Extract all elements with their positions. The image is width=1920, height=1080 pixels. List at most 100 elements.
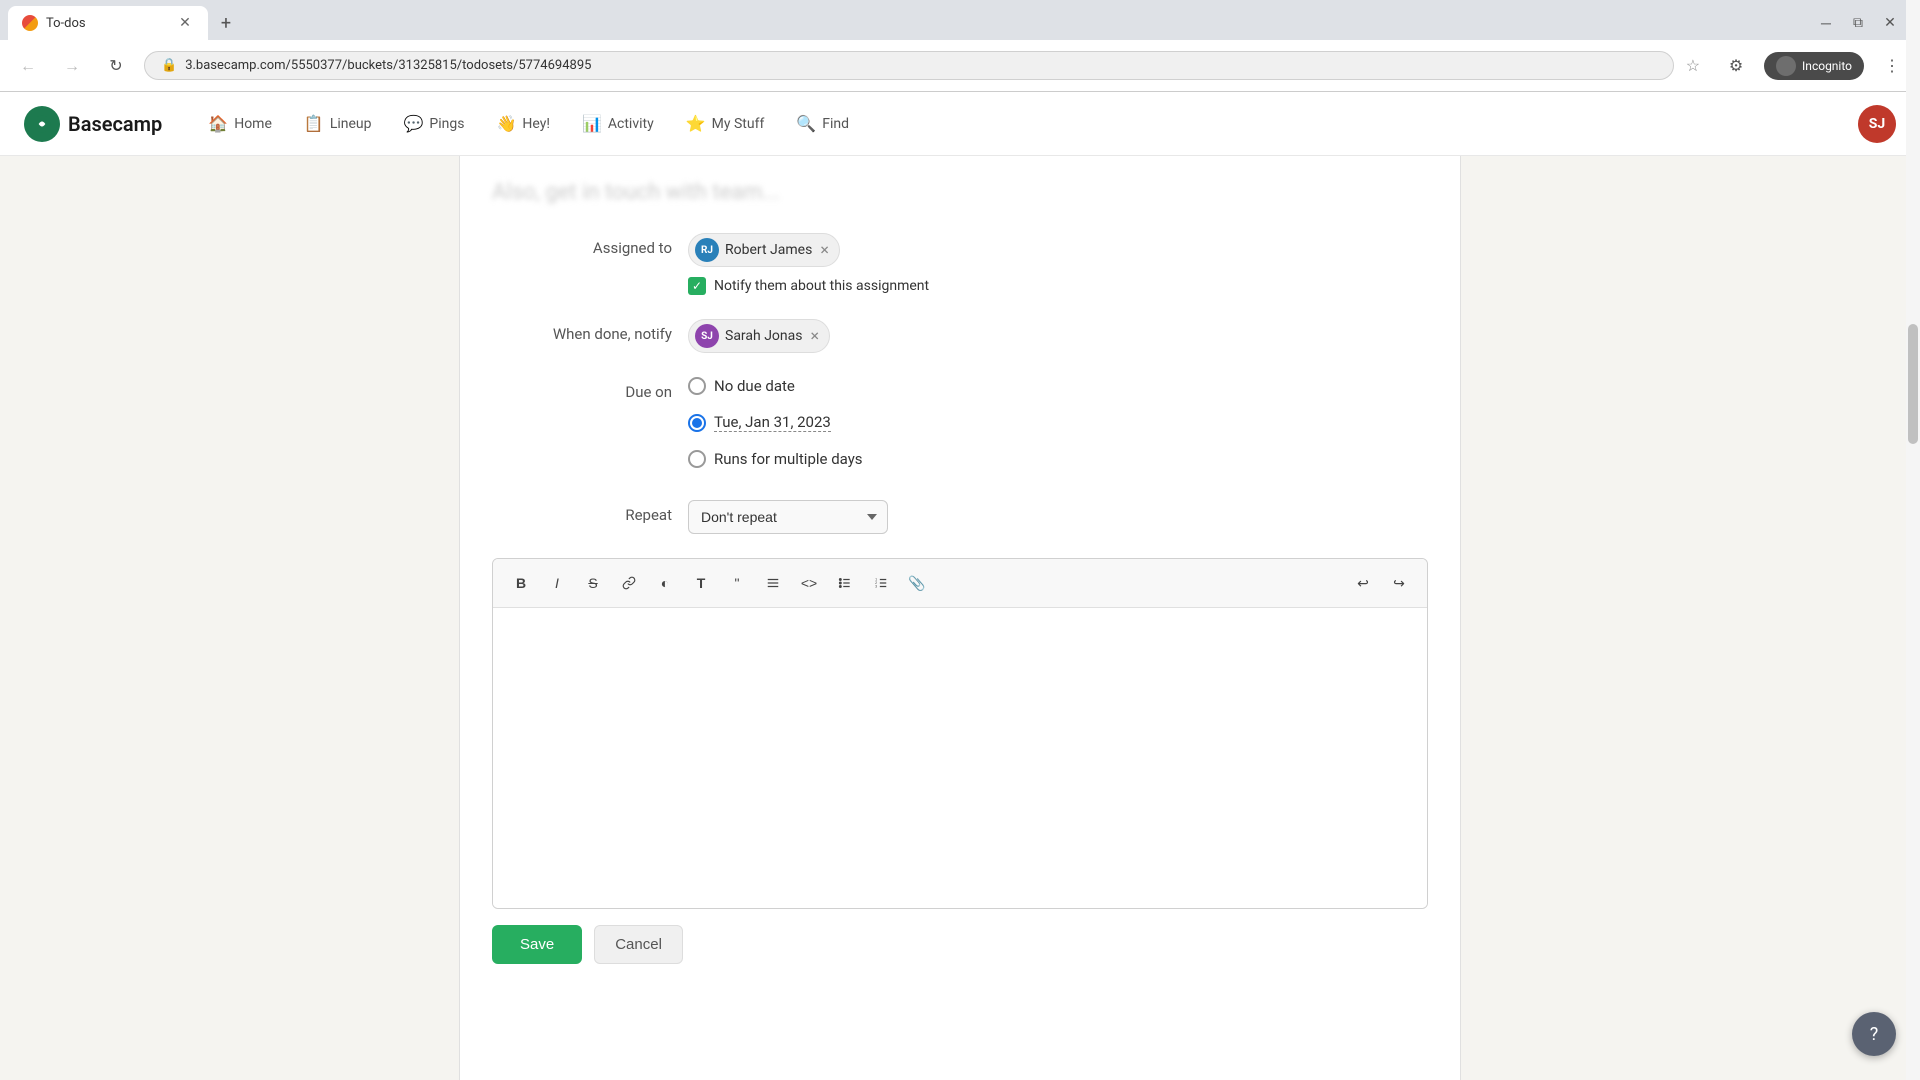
nav-hey-label: Hey! — [522, 116, 550, 132]
nav-pings[interactable]: 💬 Pings — [390, 106, 479, 141]
when-done-row: When done, notify SJ Sarah Jonas × — [492, 319, 1428, 353]
incognito-label: Incognito — [1802, 59, 1852, 73]
cancel-button[interactable]: Cancel — [594, 925, 683, 964]
no-due-date-radio[interactable] — [688, 377, 706, 395]
notify-checkbox-row[interactable]: ✓ Notify them about this assignment — [688, 277, 1428, 295]
incognito-badge: Incognito — [1764, 52, 1864, 80]
bold-button[interactable]: B — [505, 567, 537, 599]
toolbar-right: ↩ ↪ — [1347, 567, 1415, 599]
nav-my-stuff-label: My Stuff — [712, 116, 765, 132]
header-right: SJ — [1858, 105, 1896, 143]
tab-favicon — [22, 15, 38, 31]
no-due-date-label: No due date — [714, 377, 795, 395]
assigned-person-avatar: RJ — [695, 238, 719, 262]
save-button[interactable]: Save — [492, 925, 582, 964]
repeat-label: Repeat — [492, 500, 672, 524]
blurred-header: Also, get in touch with team... — [492, 180, 1428, 205]
multiple-days-row[interactable]: Runs for multiple days — [688, 450, 1428, 468]
due-on-label: Due on — [492, 377, 672, 401]
attachment-button[interactable]: 📎 — [901, 567, 933, 599]
editor-container: B I S ◐ T " — [492, 558, 1428, 909]
assigned-person-remove[interactable]: × — [820, 242, 829, 258]
browser-actions: ⚙ — [1720, 50, 1752, 82]
repeat-field: Don't repeat Every day Every week Every … — [688, 500, 1428, 534]
nav-activity-label: Activity — [608, 116, 654, 132]
find-icon: 🔍 — [796, 114, 816, 133]
window-close[interactable]: ✕ — [1876, 9, 1904, 37]
scrollbar-track — [1906, 0, 1920, 1080]
notify-label: Notify them about this assignment — [714, 278, 929, 294]
reload-button[interactable]: ↻ — [100, 50, 132, 82]
new-tab-button[interactable]: + — [212, 9, 240, 37]
italic-button[interactable]: I — [541, 567, 573, 599]
undo-button[interactable]: ↩ — [1347, 567, 1379, 599]
nav-lineup-label: Lineup — [330, 116, 372, 132]
assigned-person-chip[interactable]: RJ Robert James × — [688, 233, 840, 267]
incognito-icon — [1776, 56, 1796, 76]
logo[interactable]: Basecamp — [24, 106, 162, 142]
multiple-days-label: Runs for multiple days — [714, 450, 863, 468]
assigned-to-row: Assigned to RJ Robert James × ✓ Notify t… — [492, 233, 1428, 295]
tab-title: To-dos — [46, 16, 86, 31]
bottom-bar: Save Cancel — [492, 925, 1428, 964]
bullet-list-button[interactable] — [829, 567, 861, 599]
align-button[interactable] — [757, 567, 789, 599]
notify-checkbox[interactable]: ✓ — [688, 277, 706, 295]
address-bar: ← → ↻ 🔒 3.basecamp.com/5550377/buckets/3… — [0, 40, 1920, 92]
user-avatar[interactable]: SJ — [1858, 105, 1896, 143]
multiple-days-radio[interactable] — [688, 450, 706, 468]
highlight-button[interactable]: ◐ — [649, 567, 681, 599]
link-button[interactable] — [613, 567, 645, 599]
nav-my-stuff[interactable]: ⭐ My Stuff — [672, 106, 779, 141]
menu-button[interactable]: ⋮ — [1876, 50, 1908, 82]
due-on-row: Due on No due date Tue, Jan 31, 2023 — [492, 377, 1428, 476]
repeat-row: Repeat Don't repeat Every day Every week… — [492, 500, 1428, 534]
nav-lineup[interactable]: 📋 Lineup — [290, 106, 386, 141]
strikethrough-button[interactable]: S — [577, 567, 609, 599]
nav-find[interactable]: 🔍 Find — [782, 106, 863, 141]
forward-button[interactable]: → — [56, 50, 88, 82]
scrollbar-thumb[interactable] — [1908, 324, 1918, 444]
lineup-icon: 📋 — [304, 114, 324, 133]
nav-home[interactable]: 🏠 Home — [194, 106, 286, 141]
logo-text: Basecamp — [68, 112, 162, 136]
when-done-label: When done, notify — [492, 319, 672, 343]
editor-toolbar: B I S ◐ T " — [493, 559, 1427, 608]
nav-activity[interactable]: 📊 Activity — [568, 106, 668, 141]
back-button[interactable]: ← — [12, 50, 44, 82]
nav-home-label: Home — [234, 116, 272, 132]
window-minimize[interactable]: ─ — [1812, 9, 1840, 37]
nav-pings-label: Pings — [429, 116, 464, 132]
redo-button[interactable]: ↪ — [1383, 567, 1415, 599]
url-lock-icon: 🔒 — [161, 58, 177, 73]
specific-date-radio[interactable] — [688, 414, 706, 432]
editor-body[interactable] — [493, 608, 1427, 908]
repeat-select[interactable]: Don't repeat Every day Every week Every … — [688, 500, 888, 534]
heading-button[interactable]: T — [685, 567, 717, 599]
pings-icon: 💬 — [404, 114, 424, 133]
main-nav: 🏠 Home 📋 Lineup 💬 Pings 👋 Hey! 📊 Activit… — [194, 106, 1850, 141]
nav-hey[interactable]: 👋 Hey! — [482, 106, 563, 141]
my-stuff-icon: ⭐ — [686, 114, 706, 133]
url-bar[interactable]: 🔒 3.basecamp.com/5550377/buckets/3132581… — [144, 51, 1674, 80]
numbered-list-button[interactable]: 1 2 3 — [865, 567, 897, 599]
code-button[interactable]: <> — [793, 567, 825, 599]
quote-button[interactable]: " — [721, 567, 753, 599]
assigned-person-name: Robert James — [725, 242, 812, 258]
logo-icon — [24, 106, 60, 142]
specific-date-row[interactable]: Tue, Jan 31, 2023 — [688, 413, 1428, 432]
repeat-select-wrapper: Don't repeat Every day Every week Every … — [688, 500, 1428, 534]
window-maximize[interactable]: ⧉ — [1844, 9, 1872, 37]
notify-person-name: Sarah Jonas — [725, 328, 802, 344]
extensions-button[interactable]: ⚙ — [1720, 50, 1752, 82]
tab-close-button[interactable]: ✕ — [176, 14, 194, 32]
notify-person-remove[interactable]: × — [810, 328, 819, 344]
active-tab[interactable]: To-dos ✕ — [8, 6, 208, 40]
activity-icon: 📊 — [582, 114, 602, 133]
home-icon: 🏠 — [208, 114, 228, 133]
notify-person-chip[interactable]: SJ Sarah Jonas × — [688, 319, 830, 353]
no-due-date-row[interactable]: No due date — [688, 377, 1428, 395]
bookmark-button[interactable]: ☆ — [1686, 56, 1700, 75]
specific-date-label[interactable]: Tue, Jan 31, 2023 — [714, 413, 831, 432]
help-button[interactable]: ? — [1852, 1012, 1896, 1056]
